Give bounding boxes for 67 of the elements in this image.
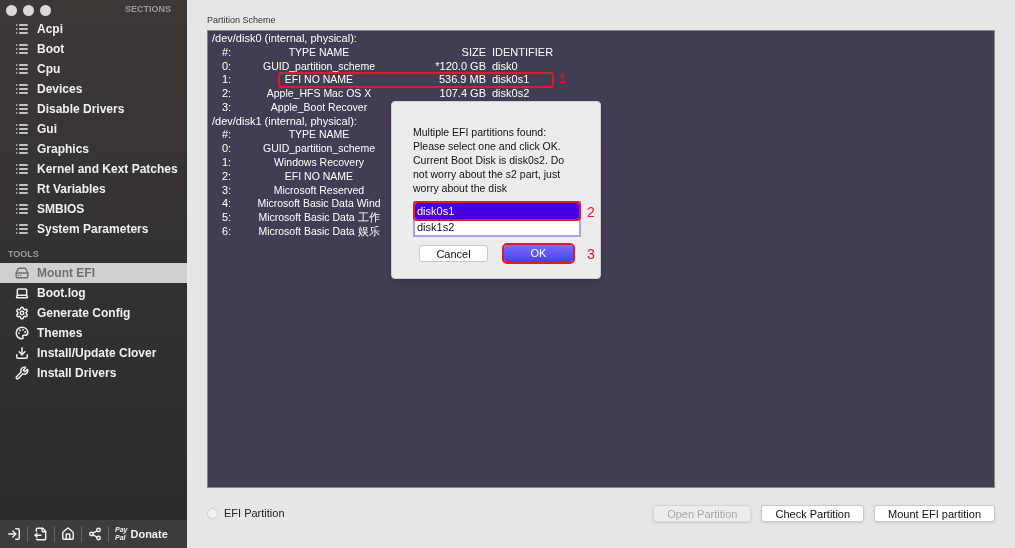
partition-identifier: disk0	[492, 59, 518, 74]
partition-number: #:	[221, 128, 233, 143]
partition-name: GUID_partition_scheme	[262, 142, 376, 157]
partition-number: 0:	[221, 142, 233, 157]
sidebar-item[interactable]: Gui	[0, 119, 187, 139]
sidebar-item[interactable]: Boot	[0, 39, 187, 59]
sidebar-item[interactable]: Kernel and Kext Patches	[0, 159, 187, 179]
section-header: SECTIONS	[125, 3, 171, 17]
partition-identifier: disk0s2	[492, 87, 530, 101]
sidebar-item[interactable]: Devices	[0, 79, 187, 99]
disk-header: /dev/disk1 (internal, physical):	[212, 114, 357, 129]
partition-size: SIZE	[461, 45, 486, 60]
partition-number: 5:	[221, 211, 233, 226]
partition-name: Apple_Boot Recover	[270, 100, 368, 115]
sidebar-item[interactable]: Rt Variables	[0, 179, 187, 199]
disk-header: /dev/disk0 (internal, physical):	[212, 31, 357, 46]
partition-size: *120.0 GB	[435, 59, 486, 74]
list-option[interactable]: disk1s2	[415, 219, 579, 235]
sidebar-item[interactable]: Boot.log	[0, 283, 187, 303]
partition-identifier: IDENTIFIER	[492, 45, 554, 60]
partition-number: 0:	[221, 59, 233, 74]
partition-number: 3:	[221, 183, 233, 198]
sidebar-item[interactable]: Acpi	[0, 19, 187, 39]
sidebar-item[interactable]: Cpu	[0, 59, 187, 79]
partition-number: 4:	[221, 197, 233, 212]
partition-number: #:	[221, 45, 233, 60]
partition-name: TYPE NAME	[288, 128, 350, 143]
step-number: 3	[587, 245, 595, 264]
radio-label: EFI Partition	[224, 505, 285, 521]
sidebar-item[interactable]: SMBIOS	[0, 199, 187, 219]
action-button[interactable]: Check Partition	[761, 504, 865, 522]
partition-name: EFI NO NAME	[284, 169, 354, 184]
dialog-message: Multiple EFI partitions found: Please select one and click OK. Current Boot Disk is disk0s2. Do not worry about the s2 part, just worry about the disk	[413, 125, 566, 195]
partition-name: Windows Recovery	[274, 156, 364, 170]
ok-button[interactable]: OK	[504, 245, 573, 262]
partition-number: 2:	[221, 87, 233, 101]
partition-identifier: disk0s1	[492, 73, 530, 88]
partition-number: 1:	[221, 156, 233, 170]
partition-number: 6:	[221, 225, 233, 239]
partition-name: Microsoft Basic Data Wind	[257, 197, 381, 212]
partition-name: GUID_partition_scheme	[262, 59, 376, 74]
sidebar-item[interactable]: Graphics	[0, 139, 187, 159]
action-button[interactable]: Mount EFI partition	[874, 504, 995, 522]
partition-number: 1:	[221, 73, 233, 88]
sidebar-item[interactable]: Themes	[0, 323, 187, 343]
partition-name: Microsoft Reserved	[273, 183, 365, 198]
partition-name: Apple_HFS Mac OS X	[266, 87, 372, 101]
partition-size: 107.4 GB	[439, 87, 486, 101]
partition-number: 3:	[221, 100, 233, 115]
sidebar-item[interactable]: Install Drivers	[0, 363, 187, 383]
sidebar-item[interactable]: System Parameters	[0, 219, 187, 239]
partition-name: Microsoft Basic Data 娱乐	[258, 225, 380, 239]
partition-size: 536.9 MB	[438, 73, 486, 88]
partition-name: EFI NO NAME	[284, 73, 354, 88]
step-number: 1	[559, 72, 567, 87]
partition-name: TYPE NAME	[288, 45, 350, 60]
step-number: 2	[587, 203, 595, 222]
sidebar-item[interactable]: Disable Drivers	[0, 99, 187, 119]
panel-title: Partition Scheme	[207, 14, 277, 27]
donate-button[interactable]: Donate	[130, 525, 168, 543]
partition-name: Microsoft Basic Data 工作	[258, 211, 380, 226]
cancel-button[interactable]: Cancel	[419, 245, 488, 262]
list-option[interactable]: disk0s1	[415, 203, 579, 219]
sidebar-item[interactable]: Install/Update Clover	[0, 343, 187, 363]
partition-number: 2:	[221, 169, 233, 184]
section-header: TOOLS	[8, 247, 39, 261]
sidebar-item[interactable]: Generate Config	[0, 303, 187, 323]
